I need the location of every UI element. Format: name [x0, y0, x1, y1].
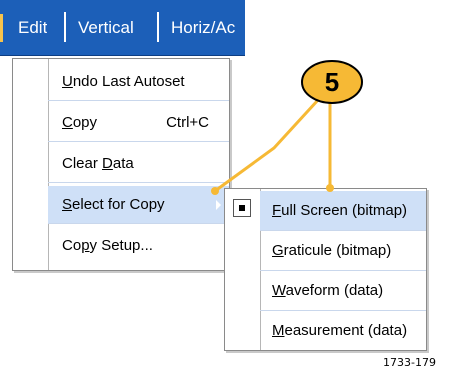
menu-item-select-for-copy[interactable]: Select for Copy: [48, 186, 229, 224]
menu-bar-accent: [0, 14, 3, 42]
menu-item-label: Undo Last Autoset: [62, 73, 185, 90]
select-for-copy-submenu: Full Screen (bitmap) Graticule (bitmap) …: [224, 188, 427, 351]
menu-horiz-acq[interactable]: Horiz/Ac: [171, 0, 245, 55]
submenu-item-label: Waveform (data): [272, 282, 384, 299]
menu-item-label: Clear Data: [62, 155, 134, 172]
submenu-item-graticule[interactable]: Graticule (bitmap): [260, 231, 426, 271]
menu-edit[interactable]: Edit: [18, 0, 47, 55]
menu-bar: Edit Vertical Horiz/Ac: [0, 0, 245, 56]
menu-item-label: Copy: [62, 114, 98, 131]
menu-separator: [157, 12, 159, 42]
menu-vertical[interactable]: Vertical: [78, 0, 134, 55]
menu-gutter: [13, 59, 49, 270]
menu-item-label: Copy Setup...: [62, 237, 153, 254]
bullet-icon: [239, 205, 245, 211]
selected-indicator-icon: [233, 199, 251, 217]
submenu-item-full-screen[interactable]: Full Screen (bitmap): [260, 191, 426, 231]
menu-separator: [64, 12, 66, 42]
menu-item-label: Select for Copy: [62, 196, 165, 213]
submenu-item-waveform[interactable]: Waveform (data): [260, 271, 426, 311]
figure-id: 1733-179: [383, 356, 436, 369]
callout-line-left: [214, 98, 320, 193]
menu-item-undo-last-autoset[interactable]: Undo Last Autoset: [48, 63, 229, 101]
menu-item-clear-data[interactable]: Clear Data: [48, 145, 229, 183]
submenu-item-label: Measurement (data): [272, 322, 408, 339]
submenu-item-label: Full Screen (bitmap): [272, 202, 408, 219]
submenu-item-label: Graticule (bitmap): [272, 242, 392, 259]
menu-item-copy-setup[interactable]: Copy Setup...: [48, 227, 229, 265]
step-number: 5: [324, 67, 340, 97]
submenu-arrow-icon: [216, 200, 221, 210]
edit-menu: Undo Last Autoset Copy Ctrl+C Clear Data…: [12, 58, 230, 271]
submenu-item-measurement[interactable]: Measurement (data): [260, 311, 426, 351]
menu-item-shortcut: Ctrl+C: [166, 114, 209, 131]
menu-item-copy[interactable]: Copy Ctrl+C: [48, 104, 229, 142]
